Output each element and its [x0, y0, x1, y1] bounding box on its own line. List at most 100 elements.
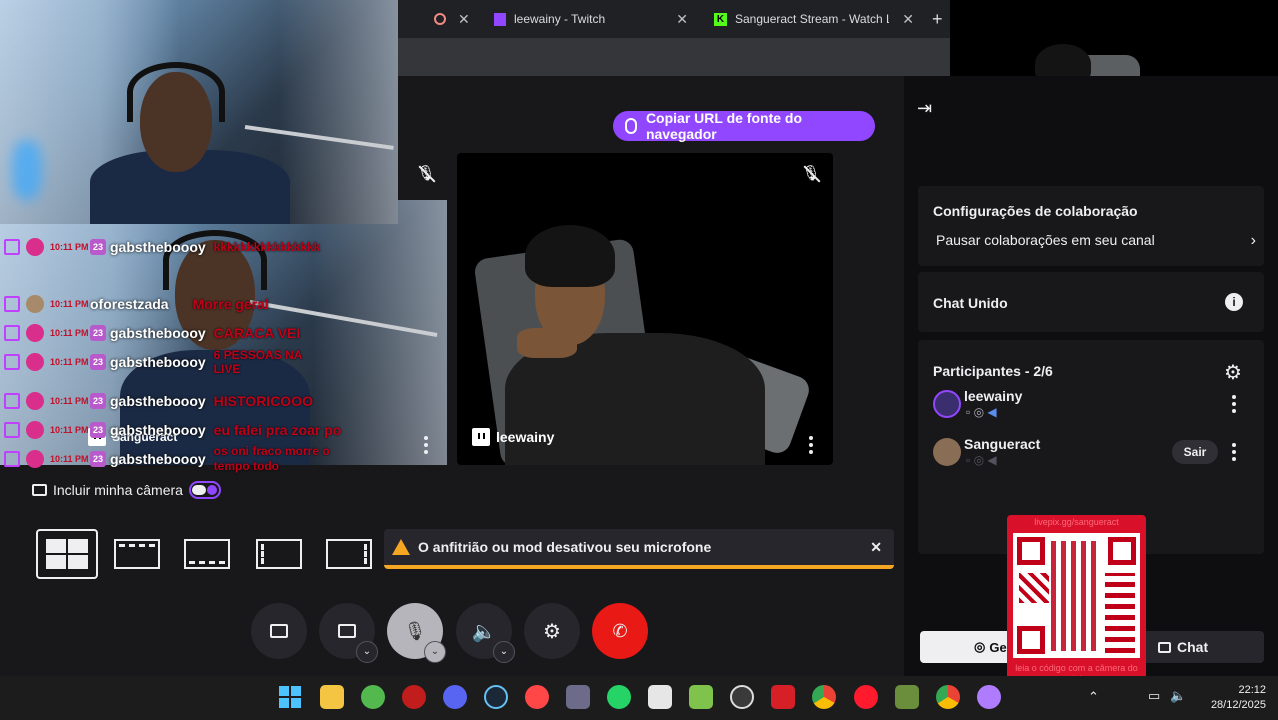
- monitor-icon: [270, 624, 288, 638]
- audio-options-chevron-icon[interactable]: ⌄: [493, 641, 515, 663]
- chat-line: 10:11 PM 23 gabstheboooy HISTORICOOO: [4, 390, 313, 412]
- chrome-icon[interactable]: [812, 685, 836, 709]
- guest-tile-label: leewainy: [472, 428, 554, 446]
- screen-share-button[interactable]: [251, 603, 307, 659]
- close-tab-icon[interactable]: ✕: [676, 11, 688, 28]
- media-player-icon[interactable]: [977, 685, 1001, 709]
- twitch-icon: [4, 354, 20, 370]
- end-call-button[interactable]: ✆: [592, 603, 648, 659]
- discord-icon[interactable]: [443, 685, 467, 709]
- layout-grid-button[interactable]: [36, 529, 98, 579]
- avatar: [26, 421, 44, 439]
- chevron-right-icon: ›: [1250, 232, 1256, 249]
- app-icon[interactable]: [771, 685, 795, 709]
- phone-icon: ✆: [612, 620, 628, 641]
- tab-chat[interactable]: Chat: [1142, 631, 1264, 663]
- close-tab-icon[interactable]: ✕: [902, 11, 914, 28]
- sub-badge-icon: 23: [90, 325, 106, 341]
- close-tab-icon[interactable]: ✕: [458, 11, 470, 28]
- muted-mic-icon: 🎙: [403, 620, 427, 641]
- participant-status-icons: ▫ ◎ ◀: [966, 453, 997, 467]
- opera-icon[interactable]: [854, 685, 878, 709]
- twitch-icon: [472, 428, 490, 446]
- copy-browser-source-url-button[interactable]: Copiar URL de fonte do navegador: [613, 110, 875, 142]
- participant-menu-button[interactable]: [1224, 442, 1244, 462]
- avatar: [933, 438, 961, 466]
- twitch-icon: [4, 296, 20, 312]
- avatar: [26, 324, 44, 342]
- tab-twitch[interactable]: leewainy - Twitch ✕: [488, 0, 694, 38]
- sub-badge-icon: 23: [90, 393, 106, 409]
- obs-icon[interactable]: [730, 685, 754, 709]
- guest-tile-menu-button[interactable]: [801, 435, 821, 455]
- sub-badge-icon: 23: [90, 239, 106, 255]
- gear-icon[interactable]: ⚙: [1224, 360, 1242, 385]
- layout-bottom-strip-button[interactable]: [176, 529, 238, 579]
- twitch-icon: [4, 325, 20, 341]
- settings-button[interactable]: ⚙: [524, 603, 580, 659]
- network-icon[interactable]: ▭: [1148, 688, 1160, 704]
- avatar: [26, 238, 44, 256]
- include-camera-toggle[interactable]: [188, 481, 221, 499]
- collapse-panel-icon[interactable]: ⇥: [917, 98, 932, 119]
- mic-disabled-toast: O anfitrião ou mod desativou seu microfo…: [384, 529, 894, 569]
- twitch-icon: [4, 422, 20, 438]
- avatar: [26, 392, 44, 410]
- include-camera-row: Incluir minha câmera: [32, 481, 221, 499]
- donation-qr-overlay: livepix.gg/sangueract leia o código com …: [1007, 515, 1146, 691]
- guest-video-tile: [457, 153, 833, 465]
- unified-chat-card: Chat Unido i: [918, 272, 1264, 332]
- whatsapp-icon[interactable]: [607, 685, 631, 709]
- chrome-icon[interactable]: [936, 685, 960, 709]
- pause-collabs-link[interactable]: Pausar colaborações em seu canal ›: [936, 232, 1256, 250]
- qr-code-icon: [1013, 533, 1140, 658]
- sub-badge-icon: 23: [90, 422, 106, 438]
- layout-right-strip-button[interactable]: [318, 529, 380, 579]
- chat-line: 10:11 PM 23 gabstheboooy CARACA VEI: [4, 322, 300, 344]
- file-explorer-icon[interactable]: [320, 685, 344, 709]
- chat-line: 10:11 PM oforestzada Morre geral: [4, 293, 269, 315]
- twitch-icon: [4, 239, 20, 255]
- chat-line: 10:11 PM 23 gabstheboooy eu falei pra zoa…: [4, 419, 341, 441]
- capcut-icon[interactable]: [648, 685, 672, 709]
- twitch-icon: [4, 393, 20, 409]
- tab-recording[interactable]: ✕: [428, 0, 474, 38]
- app-icon[interactable]: [689, 685, 713, 709]
- camera-options-chevron-icon[interactable]: ⌄: [356, 641, 378, 663]
- streamer-webcam-overlay: [0, 0, 398, 224]
- camera-icon: [338, 624, 356, 638]
- avatar: [26, 450, 44, 468]
- muted-mic-icon: 🎙: [800, 163, 822, 185]
- info-icon[interactable]: i: [1225, 293, 1243, 311]
- leave-button[interactable]: Sair: [1172, 440, 1218, 464]
- layout-left-strip-button[interactable]: [248, 529, 310, 579]
- ea-icon[interactable]: [525, 685, 549, 709]
- chat-line: 10:11 PM 23 gabstheboooy os oni fraco mor…: [4, 444, 354, 473]
- app-icon[interactable]: [566, 685, 590, 709]
- new-tab-button[interactable]: +: [932, 0, 950, 38]
- camera-icon: [32, 484, 47, 496]
- address-bar[interactable]: [398, 38, 950, 76]
- chevron-up-icon[interactable]: ⌃: [1088, 689, 1099, 705]
- browser-tab-strip: ✕ leewainy - Twitch ✕ K Sangueract Strea…: [398, 0, 950, 38]
- steam-icon[interactable]: [484, 685, 508, 709]
- minecraft-icon[interactable]: [895, 685, 919, 709]
- system-clock[interactable]: 22:12 28/12/2025: [1196, 683, 1266, 713]
- host-tile-menu-button[interactable]: [416, 435, 436, 455]
- app-icon[interactable]: [402, 685, 426, 709]
- participant-menu-button[interactable]: [1224, 394, 1244, 414]
- avatar: [26, 295, 44, 313]
- collab-settings-card: Configurações de colaboração Pausar cola…: [918, 186, 1264, 266]
- warning-icon: [392, 539, 410, 555]
- twitch-icon: [494, 12, 506, 26]
- volume-icon[interactable]: 🔈: [1170, 688, 1186, 704]
- layout-top-strip-button[interactable]: [106, 529, 168, 579]
- utorrent-icon[interactable]: [361, 685, 385, 709]
- tab-title: Sangueract Stream - Watch Li: [735, 12, 889, 26]
- windows-start-icon[interactable]: [278, 685, 302, 709]
- link-icon: [625, 118, 637, 134]
- close-icon[interactable]: ✕: [870, 539, 882, 556]
- tab-kick[interactable]: K Sangueract Stream - Watch Li ✕: [710, 0, 918, 38]
- mic-options-chevron-icon[interactable]: ⌄: [424, 641, 446, 663]
- gear-icon: ⚙: [543, 620, 561, 643]
